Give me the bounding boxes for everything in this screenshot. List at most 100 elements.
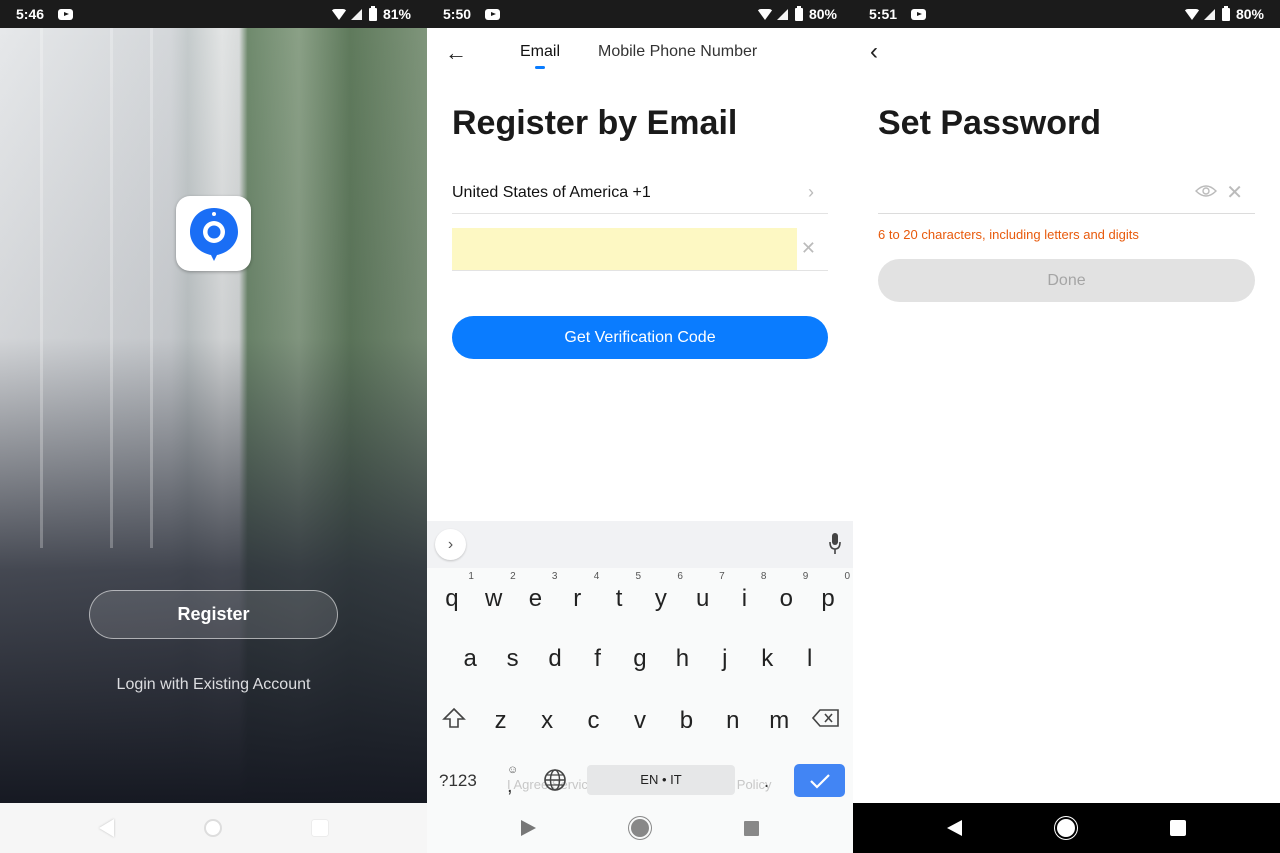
eye-icon[interactable] [1195, 184, 1217, 203]
checkmark-icon [809, 773, 830, 789]
screen-welcome: 5:46 81% Register Login with Existing Ac… [0, 0, 427, 853]
status-time: 5:51 [869, 6, 898, 22]
page-title: Register by Email [452, 104, 738, 142]
nav-home-icon[interactable] [631, 819, 649, 837]
key-row-3: z x c v b n m [427, 707, 853, 736]
youtube-icon [911, 8, 927, 20]
email-field-row: ✕ [452, 228, 828, 271]
key[interactable]: b [668, 707, 704, 736]
key[interactable]: z [483, 707, 519, 736]
active-tab-indicator [535, 66, 545, 69]
password-hint: 6 to 20 characters, including letters an… [878, 227, 1139, 242]
key[interactable]: o9 [768, 571, 809, 613]
password-field-row: ✕ [878, 172, 1255, 214]
key[interactable]: h [664, 645, 700, 673]
get-verification-code-button[interactable]: Get Verification Code [452, 316, 828, 359]
back-chevron-icon[interactable]: ‹ [870, 38, 878, 66]
enter-key[interactable] [794, 764, 845, 797]
key-row-1: q1 w2 e3 r4 t5 y6 u7 i8 o9 p0 [427, 571, 853, 613]
status-time: 5:50 [443, 6, 472, 22]
expand-suggestions-button[interactable]: › [435, 529, 466, 560]
signal-icon [1203, 8, 1215, 20]
key[interactable]: x [529, 707, 565, 736]
microphone-icon[interactable] [829, 533, 841, 555]
key[interactable]: w2 [476, 571, 516, 613]
nav-back-icon[interactable] [99, 819, 114, 837]
key[interactable]: s [495, 645, 531, 673]
register-button[interactable]: Register [89, 590, 338, 639]
status-bar: 5:46 81% [0, 0, 427, 28]
key[interactable]: r4 [559, 571, 599, 613]
key[interactable]: u7 [685, 571, 725, 613]
key[interactable]: e3 [517, 571, 558, 613]
key[interactable]: y6 [643, 571, 683, 613]
status-time: 5:46 [16, 6, 45, 22]
youtube-icon [485, 8, 501, 20]
country-selector[interactable]: United States of America +1 › [452, 172, 828, 214]
battery-icon [1221, 5, 1230, 21]
key-row-2: a s d f g h j k l [427, 645, 853, 673]
nav-recents-icon[interactable] [312, 820, 328, 836]
period-key[interactable]: . [764, 771, 769, 792]
signal-icon [350, 8, 362, 20]
key[interactable]: q1 [434, 571, 474, 613]
key[interactable]: t5 [601, 571, 641, 613]
battery-icon [368, 5, 377, 21]
key[interactable]: c [576, 707, 612, 736]
key[interactable]: l [792, 645, 828, 673]
comma-key[interactable]: , [507, 775, 513, 798]
nav-home-icon[interactable] [1057, 819, 1075, 837]
clear-icon[interactable]: ✕ [801, 238, 816, 259]
backspace-key-icon[interactable] [808, 707, 844, 736]
key[interactable]: g [622, 645, 658, 673]
wifi-icon [756, 8, 773, 20]
battery-percent: 80% [808, 6, 837, 22]
tab-mobile-phone[interactable]: Mobile Phone Number [598, 43, 757, 61]
key[interactable]: k [749, 645, 785, 673]
key[interactable]: a [452, 645, 488, 673]
keyboard-toolbar: › [427, 521, 853, 568]
signal-icon [776, 8, 788, 20]
chevron-right-icon: › [808, 182, 814, 202]
done-button[interactable]: Done [878, 259, 1255, 302]
nav-recents-icon[interactable] [744, 820, 759, 836]
curtain-fold [150, 28, 153, 548]
key[interactable]: v [622, 707, 658, 736]
key[interactable]: n [715, 707, 751, 736]
page-title: Set Password [878, 104, 1101, 142]
nav-recents-icon[interactable] [1170, 820, 1186, 836]
status-bar: 5:50 80% [427, 0, 853, 28]
country-label: United States of America +1 [452, 183, 651, 201]
back-arrow-icon[interactable]: ← [445, 40, 467, 66]
app-logo-icon [176, 196, 251, 271]
nav-back-icon[interactable] [521, 820, 536, 836]
status-bar: 5:51 80% [853, 0, 1280, 28]
nav-back-icon[interactable] [947, 820, 962, 836]
key[interactable]: i8 [726, 571, 767, 613]
key[interactable]: p0 [810, 571, 850, 613]
space-key[interactable]: EN • IT [587, 765, 735, 795]
key[interactable]: m [761, 707, 797, 736]
nav-home-icon[interactable] [204, 819, 222, 837]
key[interactable]: d [537, 645, 573, 673]
globe-icon[interactable] [543, 768, 567, 798]
password-input[interactable] [878, 172, 1178, 212]
screen-register-email: 5:50 80% ← Email Mobile Phone Number Reg… [427, 0, 853, 853]
battery-percent: 81% [382, 6, 411, 22]
key[interactable]: j [707, 645, 743, 673]
wifi-icon [1183, 8, 1200, 20]
key[interactable]: f [580, 645, 616, 673]
screen-set-password: 5:51 80% ‹ Set Password ✕ 6 to 20 charac… [853, 0, 1280, 853]
symbols-key[interactable]: ?123 [439, 771, 477, 791]
login-existing-link[interactable]: Login with Existing Account [0, 676, 427, 694]
system-nav-bar [0, 803, 427, 853]
battery-icon [794, 5, 803, 21]
system-nav-bar [853, 803, 1280, 853]
email-input[interactable] [452, 228, 797, 270]
curtain-fold [110, 28, 113, 548]
tab-email[interactable]: Email [520, 43, 560, 61]
curtain-fold [40, 28, 43, 548]
shift-key-icon[interactable] [436, 707, 472, 736]
clear-icon[interactable]: ✕ [1226, 180, 1243, 205]
wifi-icon [330, 8, 347, 20]
